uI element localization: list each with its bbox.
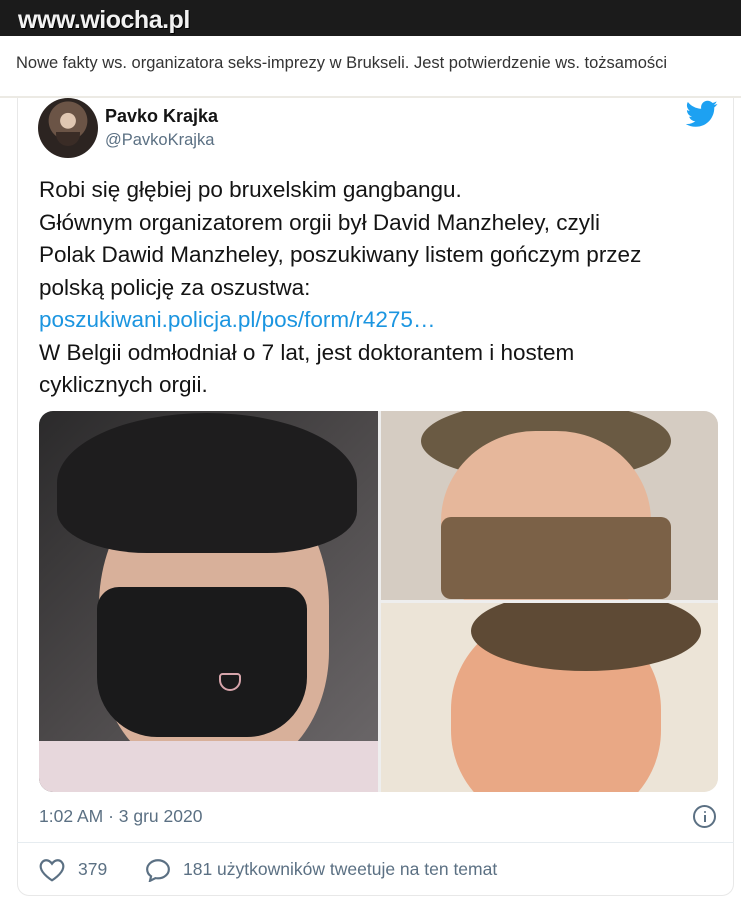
heart-icon[interactable] <box>39 858 65 882</box>
tweet-link[interactable]: poszukiwani.policja.pl/pos/form/r4275… <box>39 304 719 337</box>
photo-mugshot-masked[interactable] <box>381 411 718 600</box>
tweet-media-grid <box>39 411 718 792</box>
actions-divider <box>17 842 734 843</box>
tweet-line: Głównym organizatorem orgii był David Ma… <box>39 209 601 235</box>
site-logo[interactable]: www.wiocha.pl <box>18 6 190 35</box>
comment-bubble-icon[interactable] <box>145 858 171 882</box>
twitter-bird-icon[interactable] <box>686 100 718 128</box>
tweet-line: cyklicznych orgii. <box>39 372 208 397</box>
tweet-line: Polak Dawid Manzheley, poszukiwany liste… <box>39 242 642 267</box>
photo-mugshot[interactable] <box>381 603 718 792</box>
photo-masked-man[interactable] <box>39 411 378 792</box>
article-headline[interactable]: Nowe fakty ws. organizatora seks-imprezy… <box>16 54 667 73</box>
tweet-timestamp[interactable]: 1:02 AM · 3 gru 2020 <box>39 806 202 827</box>
tweet-line: polską policję za oszustwa: <box>39 274 311 300</box>
tweet-line: W Belgii odmłodniał o 7 lat, jest doktor… <box>39 339 575 365</box>
tweet-text: Robi się głębiej po bruxelskim gangbangu… <box>39 174 719 402</box>
like-count[interactable]: 379 <box>78 859 107 880</box>
info-icon[interactable] <box>693 805 716 828</box>
author-avatar[interactable] <box>38 98 98 158</box>
author-handle[interactable]: @PavkoKrajka <box>105 131 214 150</box>
author-name[interactable]: Pavko Krajka <box>105 106 218 127</box>
site-header: www.wiocha.pl <box>0 0 741 36</box>
conversation-link[interactable]: 181 użytkowników tweetuje na ten temat <box>183 859 497 880</box>
tweet-line: Robi się głębiej po bruxelskim gangbangu… <box>39 177 462 202</box>
